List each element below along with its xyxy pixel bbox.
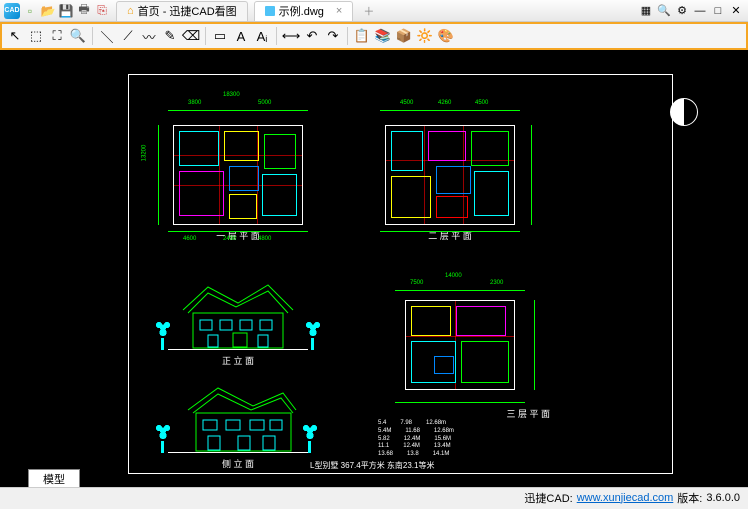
elev2-title: 侧 立 面 [138,457,338,470]
file-icon [265,6,275,16]
tool-text-button[interactable]: A [232,27,250,45]
tool-copy-button[interactable]: 📋 [353,27,371,45]
elev1-title: 正 立 面 [138,354,338,367]
quick-new-icon[interactable]: ▫ [22,3,38,19]
status-url-link[interactable]: www.xunjiecad.com [577,492,674,504]
second-floor-plan: 4500 4260 4500 二 层 平 面 [360,100,540,250]
tool-mtext-button[interactable]: Aᵢ [253,27,271,45]
plan3-title: 三 层 平 面 [506,407,550,420]
status-brand: 迅捷CAD: [524,490,572,506]
tool-layers-button[interactable]: 📚 [374,27,392,45]
tool-render-button[interactable]: 🔆 [416,27,434,45]
tool-zoom-extents-button[interactable]: ⛶ [48,27,66,45]
minimize-button[interactable]: — [692,3,708,19]
tool-edit-button[interactable]: ✎ [161,27,179,45]
window-controls: ▦ 🔍 ⚙ — □ ✕ [638,3,744,19]
tab-home-label: 首页 - 迅捷CAD看图 [138,3,237,19]
tool-zoom-window-button[interactable]: ⬚ [27,27,45,45]
app-icon: CAD [4,3,20,19]
titlebar: CAD ▫ 📂 💾 🖶 ⎘ ⌂ 首页 - 迅捷CAD看图 示例.dwg × ＋ … [0,0,748,22]
status-version-label: 版本: [677,490,702,506]
tool-layer-button[interactable]: ▭ [211,27,229,45]
tool-dim-button[interactable]: ⟷ [282,27,300,45]
main-toolbar: ↖⬚⛶🔍 ＼⟋〰✎⌫ ▭AAᵢ ⟷↶↷ 📋📚📦🔆🎨 [0,22,748,50]
front-elevation: 正 立 面 [138,275,338,375]
info-table: 5.47.9812.68m5.4M11.6812.68m5.8212.4M15.… [378,420,454,459]
gear-icon[interactable]: ⚙ [674,3,690,19]
quick-print-icon[interactable]: 🖶 [76,3,92,19]
add-tab-button[interactable]: ＋ [355,3,382,19]
tool-erase-button[interactable]: ⌫ [182,27,200,45]
north-compass-icon [670,98,698,126]
maximize-button[interactable]: □ [710,3,726,19]
third-floor-plan: 7500 14000 2300 三 层 平 面 [380,285,540,415]
tool-3d-button[interactable]: 📦 [395,27,413,45]
tool-palette-button[interactable]: 🎨 [437,27,455,45]
tab-close-button[interactable]: × [336,5,342,17]
quick-export-icon[interactable]: ⎘ [94,3,110,19]
tab-home[interactable]: ⌂ 首页 - 迅捷CAD看图 [116,1,248,21]
tool-zoom-button[interactable]: 🔍 [69,27,87,45]
statusbar: 迅捷CAD: www.xunjiecad.com 版本: 3.6.0.0 [0,487,748,507]
home-icon: ⌂ [127,5,134,17]
search-icon[interactable]: 🔍 [656,3,672,19]
tab-file-label: 示例.dwg [279,3,324,19]
tab-file[interactable]: 示例.dwg × [254,1,354,21]
tool-cursor-button[interactable]: ↖ [6,27,24,45]
tool-undo-button[interactable]: ↶ [303,27,321,45]
drawing-canvas[interactable]: 3800 18300 5000 13200 4600 2400 4800 一 层… [0,50,748,487]
status-version: 3.6.0.0 [706,492,740,504]
close-button[interactable]: ✕ [728,3,744,19]
tool-polyline-button[interactable]: 〰 [140,27,158,45]
quick-open-icon[interactable]: 📂 [40,3,56,19]
side-elevation: 侧 立 面 [138,378,338,473]
model-tab[interactable]: 模型 [28,469,80,487]
tool-measure-button[interactable]: ⟋ [119,27,137,45]
tool-line-button[interactable]: ＼ [98,27,116,45]
first-floor-plan: 3800 18300 5000 13200 4600 2400 4800 一 层… [148,100,328,250]
layer-panel-icon[interactable]: ▦ [638,3,654,19]
quick-save-icon[interactable]: 💾 [58,3,74,19]
tool-redo-button[interactable]: ↷ [324,27,342,45]
drawing-title: L型别墅 367.4平方米 东南23.1等米 [310,460,434,471]
